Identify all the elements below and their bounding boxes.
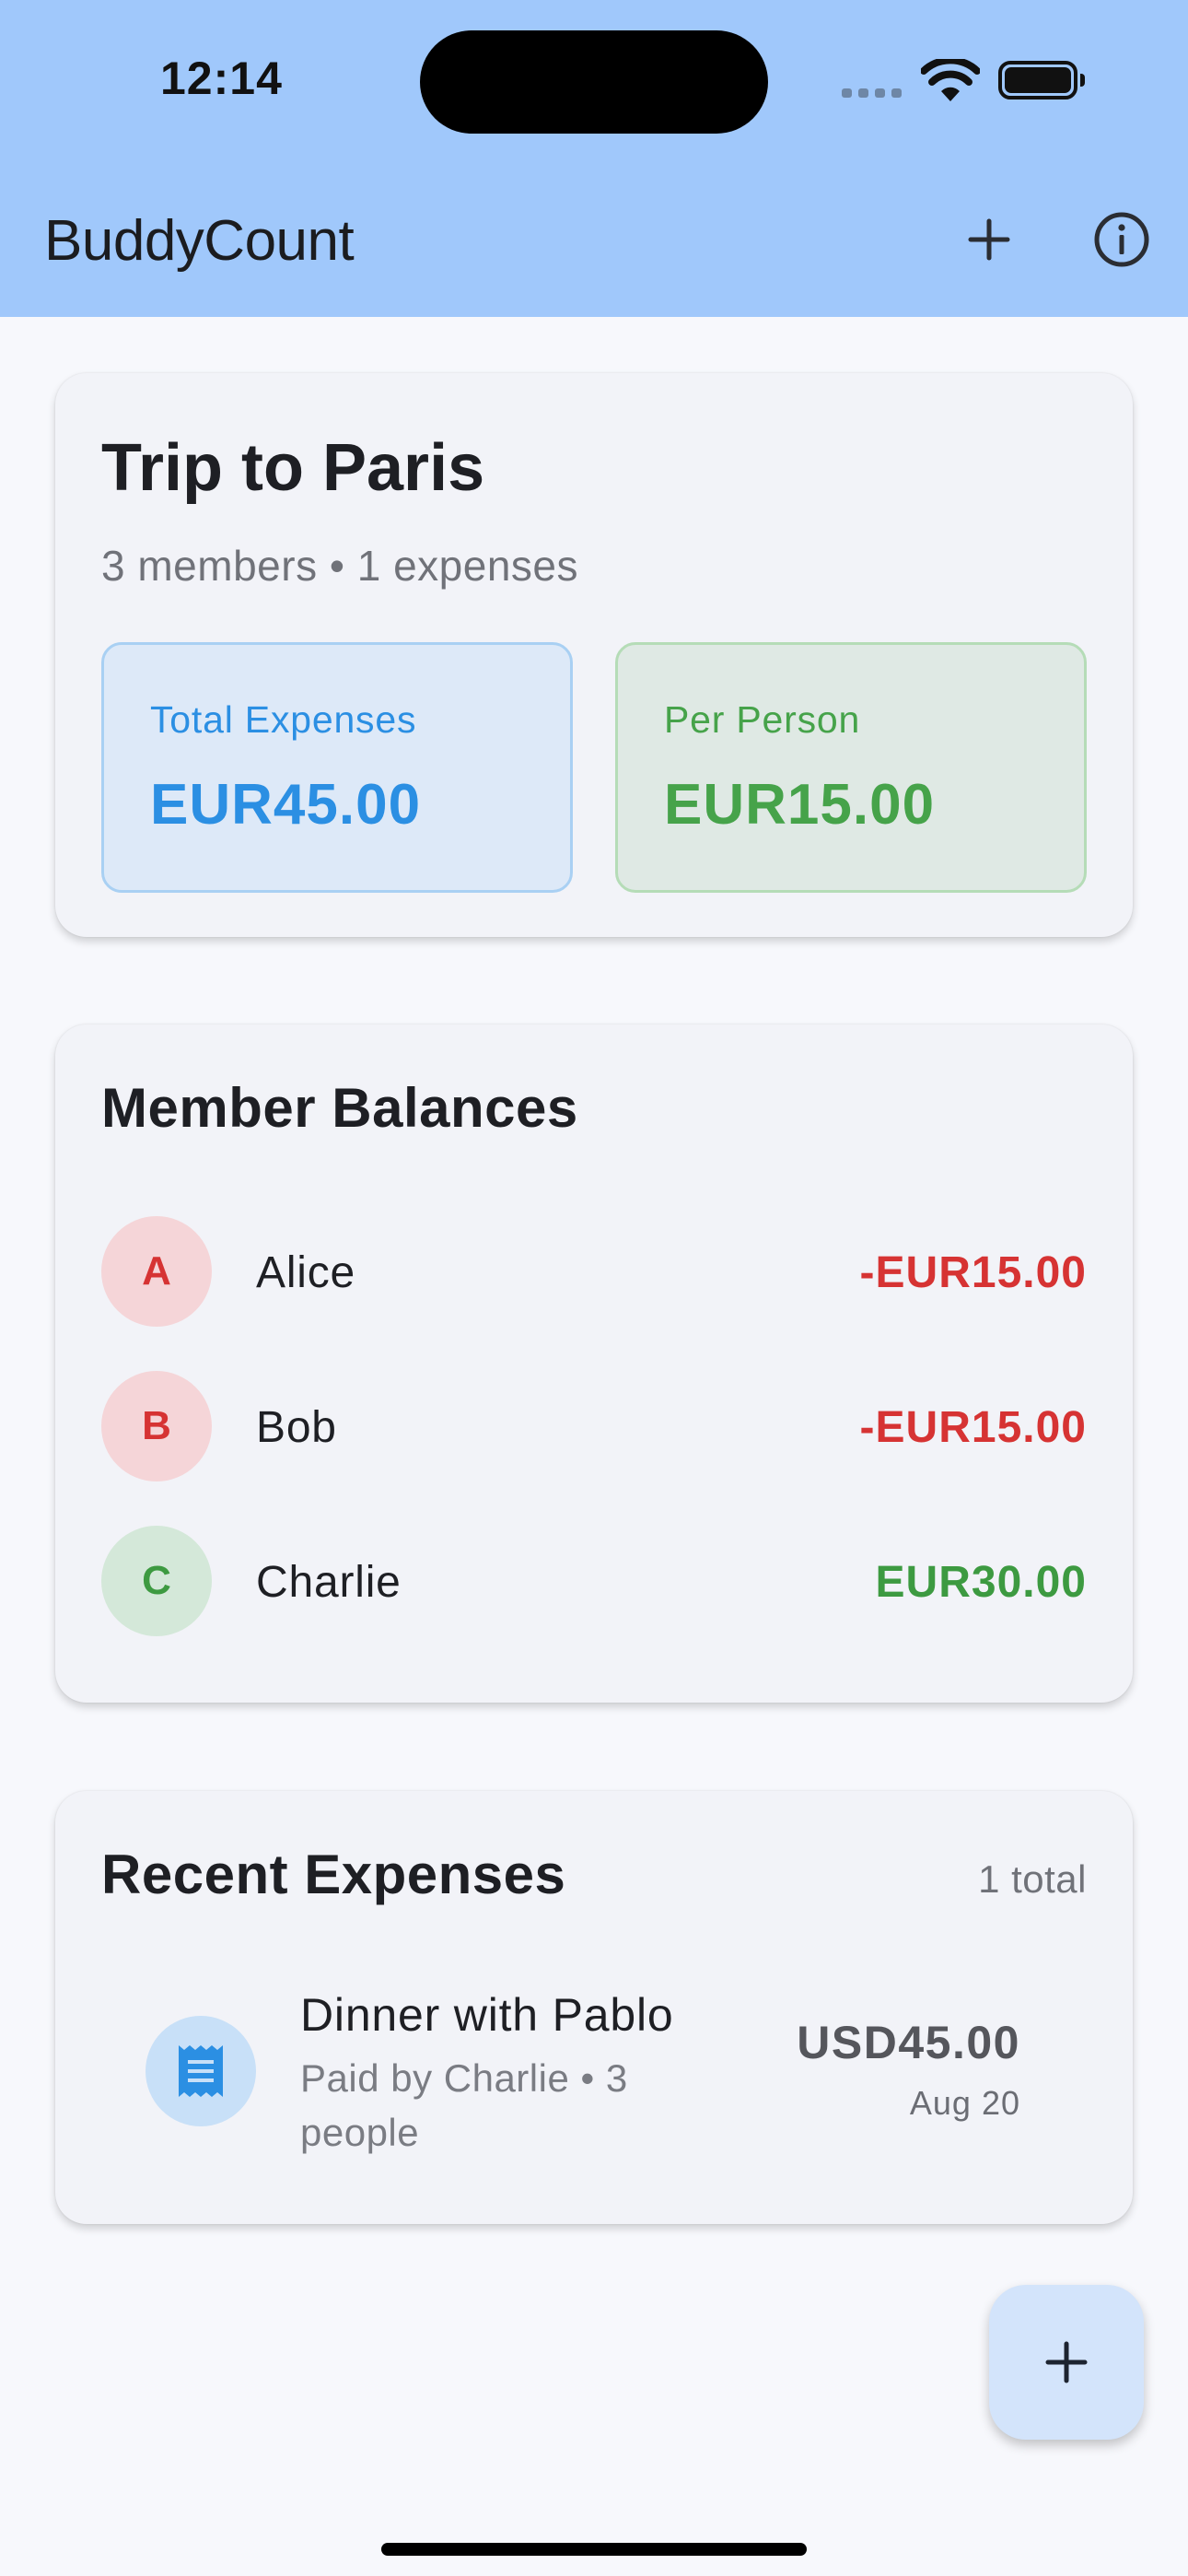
- expense-list-item[interactable]: Dinner with Pablo Paid by Charlie • 3 pe…: [101, 1975, 1087, 2178]
- total-expenses-value: EUR45.00: [150, 773, 422, 837]
- expense-count: 1 total: [978, 1857, 1087, 1901]
- plus-icon: [1045, 2341, 1088, 2383]
- avatar: C: [101, 1526, 212, 1636]
- app-title: BuddyCount: [44, 209, 355, 273]
- member-balances-card: Member Balances A Alice -EUR15.00 B Bob …: [55, 1025, 1133, 1703]
- group-summary-card: Trip to Paris 3 members • 1 expenses Tot…: [55, 373, 1133, 937]
- member-row-bob[interactable]: B Bob -EUR15.00: [101, 1371, 1087, 1481]
- per-person-label: Per Person: [664, 698, 861, 741]
- member-name: Charlie: [256, 1558, 402, 1607]
- cellular-signal-icon: [842, 85, 904, 100]
- expense-amount: USD45.00: [797, 2017, 1020, 2068]
- add-group-button[interactable]: [954, 205, 1024, 275]
- avatar: B: [101, 1371, 212, 1481]
- member-balance: -EUR15.00: [859, 1248, 1087, 1297]
- expense-title: Dinner with Pablo: [300, 1989, 674, 2041]
- receipt-icon: [179, 2045, 223, 2097]
- avatar: A: [101, 1216, 212, 1327]
- add-expense-fab[interactable]: [989, 2285, 1144, 2440]
- battery-icon: [998, 61, 1085, 100]
- info-icon: [1094, 212, 1149, 267]
- info-button[interactable]: [1087, 205, 1157, 275]
- member-balance: -EUR15.00: [859, 1403, 1087, 1452]
- recent-expenses-title: Recent Expenses: [101, 1844, 566, 1905]
- per-person-value: EUR15.00: [664, 773, 936, 837]
- total-expenses-label: Total Expenses: [150, 698, 417, 741]
- recent-expenses-card: Recent Expenses 1 total Dinner with Pabl…: [55, 1791, 1133, 2224]
- group-name: Trip to Paris: [101, 431, 485, 505]
- total-expenses-box: Total Expenses EUR45.00: [101, 642, 573, 893]
- app-screen: 12:14 BuddyCount Trip to Paris 3 members…: [0, 0, 1188, 2576]
- plus-icon: [968, 218, 1010, 261]
- app-bar: 12:14 BuddyCount: [0, 0, 1188, 317]
- group-meta: 3 members • 1 expenses: [101, 542, 579, 590]
- wifi-icon: [921, 59, 980, 101]
- member-balances-title: Member Balances: [101, 1077, 578, 1139]
- dynamic-island: [420, 30, 768, 134]
- member-name: Alice: [256, 1248, 356, 1297]
- per-person-box: Per Person EUR15.00: [615, 642, 1087, 893]
- member-balance: EUR30.00: [875, 1558, 1087, 1607]
- member-row-alice[interactable]: A Alice -EUR15.00: [101, 1216, 1087, 1327]
- expense-icon-badge: [146, 2016, 256, 2126]
- expense-date: Aug 20: [909, 2084, 1020, 2122]
- member-row-charlie[interactable]: C Charlie EUR30.00: [101, 1526, 1087, 1636]
- member-name: Bob: [256, 1403, 337, 1452]
- expense-subtitle: Paid by Charlie • 3 people: [300, 2056, 628, 2154]
- home-indicator: [381, 2543, 807, 2556]
- status-time: 12:14: [160, 53, 283, 104]
